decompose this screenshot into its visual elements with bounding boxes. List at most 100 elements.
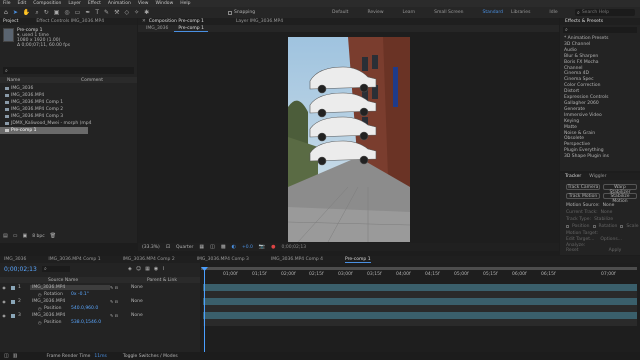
zoom-dropdown[interactable]: (33.3%)	[142, 245, 160, 250]
timeline-tab[interactable]: IMG_3036	[4, 257, 26, 262]
snapshot-icon[interactable]: 📷	[259, 244, 265, 250]
workspace-learn[interactable]: Learn	[403, 10, 416, 15]
motion-blur-icon[interactable]: ◉	[154, 266, 158, 272]
workspace-review[interactable]: Review	[367, 10, 383, 15]
workspace-standard[interactable]: Standard	[483, 10, 503, 15]
menu-window[interactable]: Window	[156, 1, 174, 6]
col-comment[interactable]: Comment	[81, 78, 103, 83]
motion-source-select[interactable]: None	[603, 203, 615, 208]
footer-icon[interactable]: ▥	[13, 353, 18, 359]
comp-viewer-frame[interactable]	[288, 37, 410, 242]
workspace-libraries[interactable]: Libraries	[511, 10, 530, 15]
rectangle-tool-icon[interactable]: ▭	[75, 9, 81, 16]
timeline-tab[interactable]: IMG_3036.MP4 Comp 4	[271, 257, 323, 262]
playhead[interactable]	[204, 267, 205, 352]
menu-effect[interactable]: Effect	[88, 1, 101, 6]
col-parent-link[interactable]: Parent & Link	[147, 278, 177, 283]
table-row[interactable]: ◉ 1 IMG_3036.MP4 ✎ ⊟ None	[0, 284, 200, 291]
effects-title[interactable]: Effects & Presets	[565, 19, 603, 24]
new-comp-icon[interactable]: ▣	[22, 233, 27, 239]
tab-composition[interactable]: Composition Pre-comp 1	[149, 19, 204, 24]
eraser-tool-icon[interactable]: ◇	[124, 9, 129, 16]
transparency-icon[interactable]: ▩	[221, 244, 226, 250]
track-motion-button[interactable]: Track Motion	[566, 193, 600, 199]
parent-select[interactable]: None	[131, 285, 143, 290]
workspace-idle[interactable]: Idle	[549, 10, 557, 15]
timeline-tab[interactable]: IMG_3036.MP4 Comp 3	[197, 257, 249, 262]
visibility-eye-icon[interactable]: ◉	[0, 313, 8, 318]
color-channel-icon[interactable]: ●	[271, 244, 275, 250]
selection-tool-icon[interactable]: ➤	[13, 9, 18, 16]
menu-file[interactable]: File	[3, 1, 11, 6]
rotate-tool-icon[interactable]: ↻	[44, 9, 49, 16]
table-row[interactable]: ◷ Position 538.0,1546.0	[0, 319, 200, 326]
new-folder-icon[interactable]: ▭	[13, 233, 18, 239]
layer-switch-icon[interactable]: ✎ ⊟	[110, 285, 131, 290]
tab-wiggler[interactable]: Wiggler	[589, 174, 606, 179]
visibility-eye-icon[interactable]: ◉	[0, 285, 8, 290]
quality-dropdown[interactable]: Quarter	[176, 245, 193, 250]
track-bar-2[interactable]	[203, 298, 637, 305]
apply-button[interactable]: Apply	[609, 248, 622, 253]
snapping-checkbox[interactable]	[228, 10, 232, 15]
table-row[interactable]: ◉ 2 IMG_3036.MP4 ✎ ⊟ None	[0, 298, 200, 305]
exposure-value[interactable]: +0.0	[242, 245, 253, 250]
position-checkbox[interactable]	[566, 225, 569, 228]
pan-behind-icon[interactable]: ◎	[64, 9, 69, 16]
zoom-tool-icon[interactable]: ⌕	[35, 9, 38, 17]
brush-tool-icon[interactable]: ✎	[104, 9, 109, 16]
layer-name[interactable]: IMG_3036.MP4	[30, 285, 110, 290]
list-item[interactable]: IMG_3036.MP4	[0, 92, 137, 99]
shy-icon[interactable]: ☺	[136, 266, 141, 272]
layer-name[interactable]: IMG_3036.MP4	[30, 299, 110, 304]
graph-editor-icon[interactable]: ⌇	[162, 266, 164, 272]
reset-button[interactable]: Reset	[566, 248, 579, 253]
tab-tracker[interactable]: Tracker	[565, 174, 581, 179]
effects-search-input[interactable]: ⌕	[563, 27, 637, 33]
edit-target-button[interactable]: Edit Target...	[566, 237, 594, 242]
property-value[interactable]: 540.0,960.0	[71, 306, 98, 311]
bpc-label[interactable]: 8 bpc	[32, 234, 44, 239]
effect-category[interactable]: 3D Shape Plugin ins	[564, 154, 609, 160]
parent-select[interactable]: None	[131, 313, 143, 318]
timeline-tab-active[interactable]: Pre-comp 1	[345, 257, 371, 263]
project-search-input[interactable]: ⌕	[3, 67, 134, 74]
workspace-default[interactable]: Default	[332, 10, 348, 15]
list-item[interactable]: IMG_3036.MP4 Comp 2	[0, 106, 137, 113]
roto-tool-icon[interactable]: ✧	[134, 9, 139, 16]
pen-tool-icon[interactable]: ✒	[85, 9, 90, 16]
snapping-toggle[interactable]: Snapping	[228, 10, 255, 15]
menu-composition[interactable]: Composition	[33, 1, 61, 6]
grid-icon[interactable]: ▦	[199, 244, 204, 250]
tab-effect-controls[interactable]: Effect Controls IMG_3036.MP4	[36, 19, 104, 24]
subtab-img-3036[interactable]: IMG_3036	[142, 26, 172, 31]
track-camera-button[interactable]: Track Camera	[566, 184, 600, 190]
tab-project[interactable]: Project	[3, 19, 18, 24]
mask-icon[interactable]: ◫	[210, 244, 215, 250]
table-row[interactable]: ◷ Rotation 0x -0.1°	[0, 291, 200, 298]
time-ruler[interactable]: 01;00f 01;15f 02;00f 02;15f 03;00f 03;15…	[201, 271, 640, 277]
close-icon[interactable]: ✕	[142, 19, 146, 24]
rotation-checkbox[interactable]	[592, 225, 596, 228]
hand-tool-icon[interactable]: ✋	[23, 9, 30, 16]
menu-help[interactable]: Help	[180, 1, 190, 6]
trash-icon[interactable]: 🗑	[50, 233, 56, 239]
layer-name[interactable]: IMG_3036.MP4	[30, 313, 110, 318]
property-value[interactable]: 0x -0.1°	[71, 292, 89, 297]
camera-tool-icon[interactable]: ▣	[54, 9, 60, 16]
layer-switch-icon[interactable]: ✎ ⊟	[110, 299, 131, 304]
puppet-tool-icon[interactable]: ✱	[144, 9, 149, 16]
home-icon[interactable]: ⌂	[4, 9, 8, 16]
timeline-tab[interactable]: IMG_3036.MP4 Comp 2	[123, 257, 175, 262]
current-track-select[interactable]: None	[601, 210, 613, 215]
list-item[interactable]: JDMX_Kaliwood_Mwei - morph (mp4	[0, 120, 137, 127]
tab-layer[interactable]: Layer IMG_3036.MP4	[236, 19, 283, 24]
track-bar-1[interactable]	[203, 284, 637, 291]
layer-switch-icon[interactable]: ✎ ⊟	[110, 313, 131, 318]
clone-tool-icon[interactable]: ⚒	[114, 9, 119, 16]
type-tool-icon[interactable]: T	[95, 9, 99, 16]
list-item[interactable]: IMG_3036.MP4 Comp 1	[0, 99, 137, 106]
menu-edit[interactable]: Edit	[18, 1, 27, 6]
footer-toggle-icon[interactable]: ◫	[4, 353, 9, 359]
work-area-bar[interactable]	[201, 267, 637, 270]
